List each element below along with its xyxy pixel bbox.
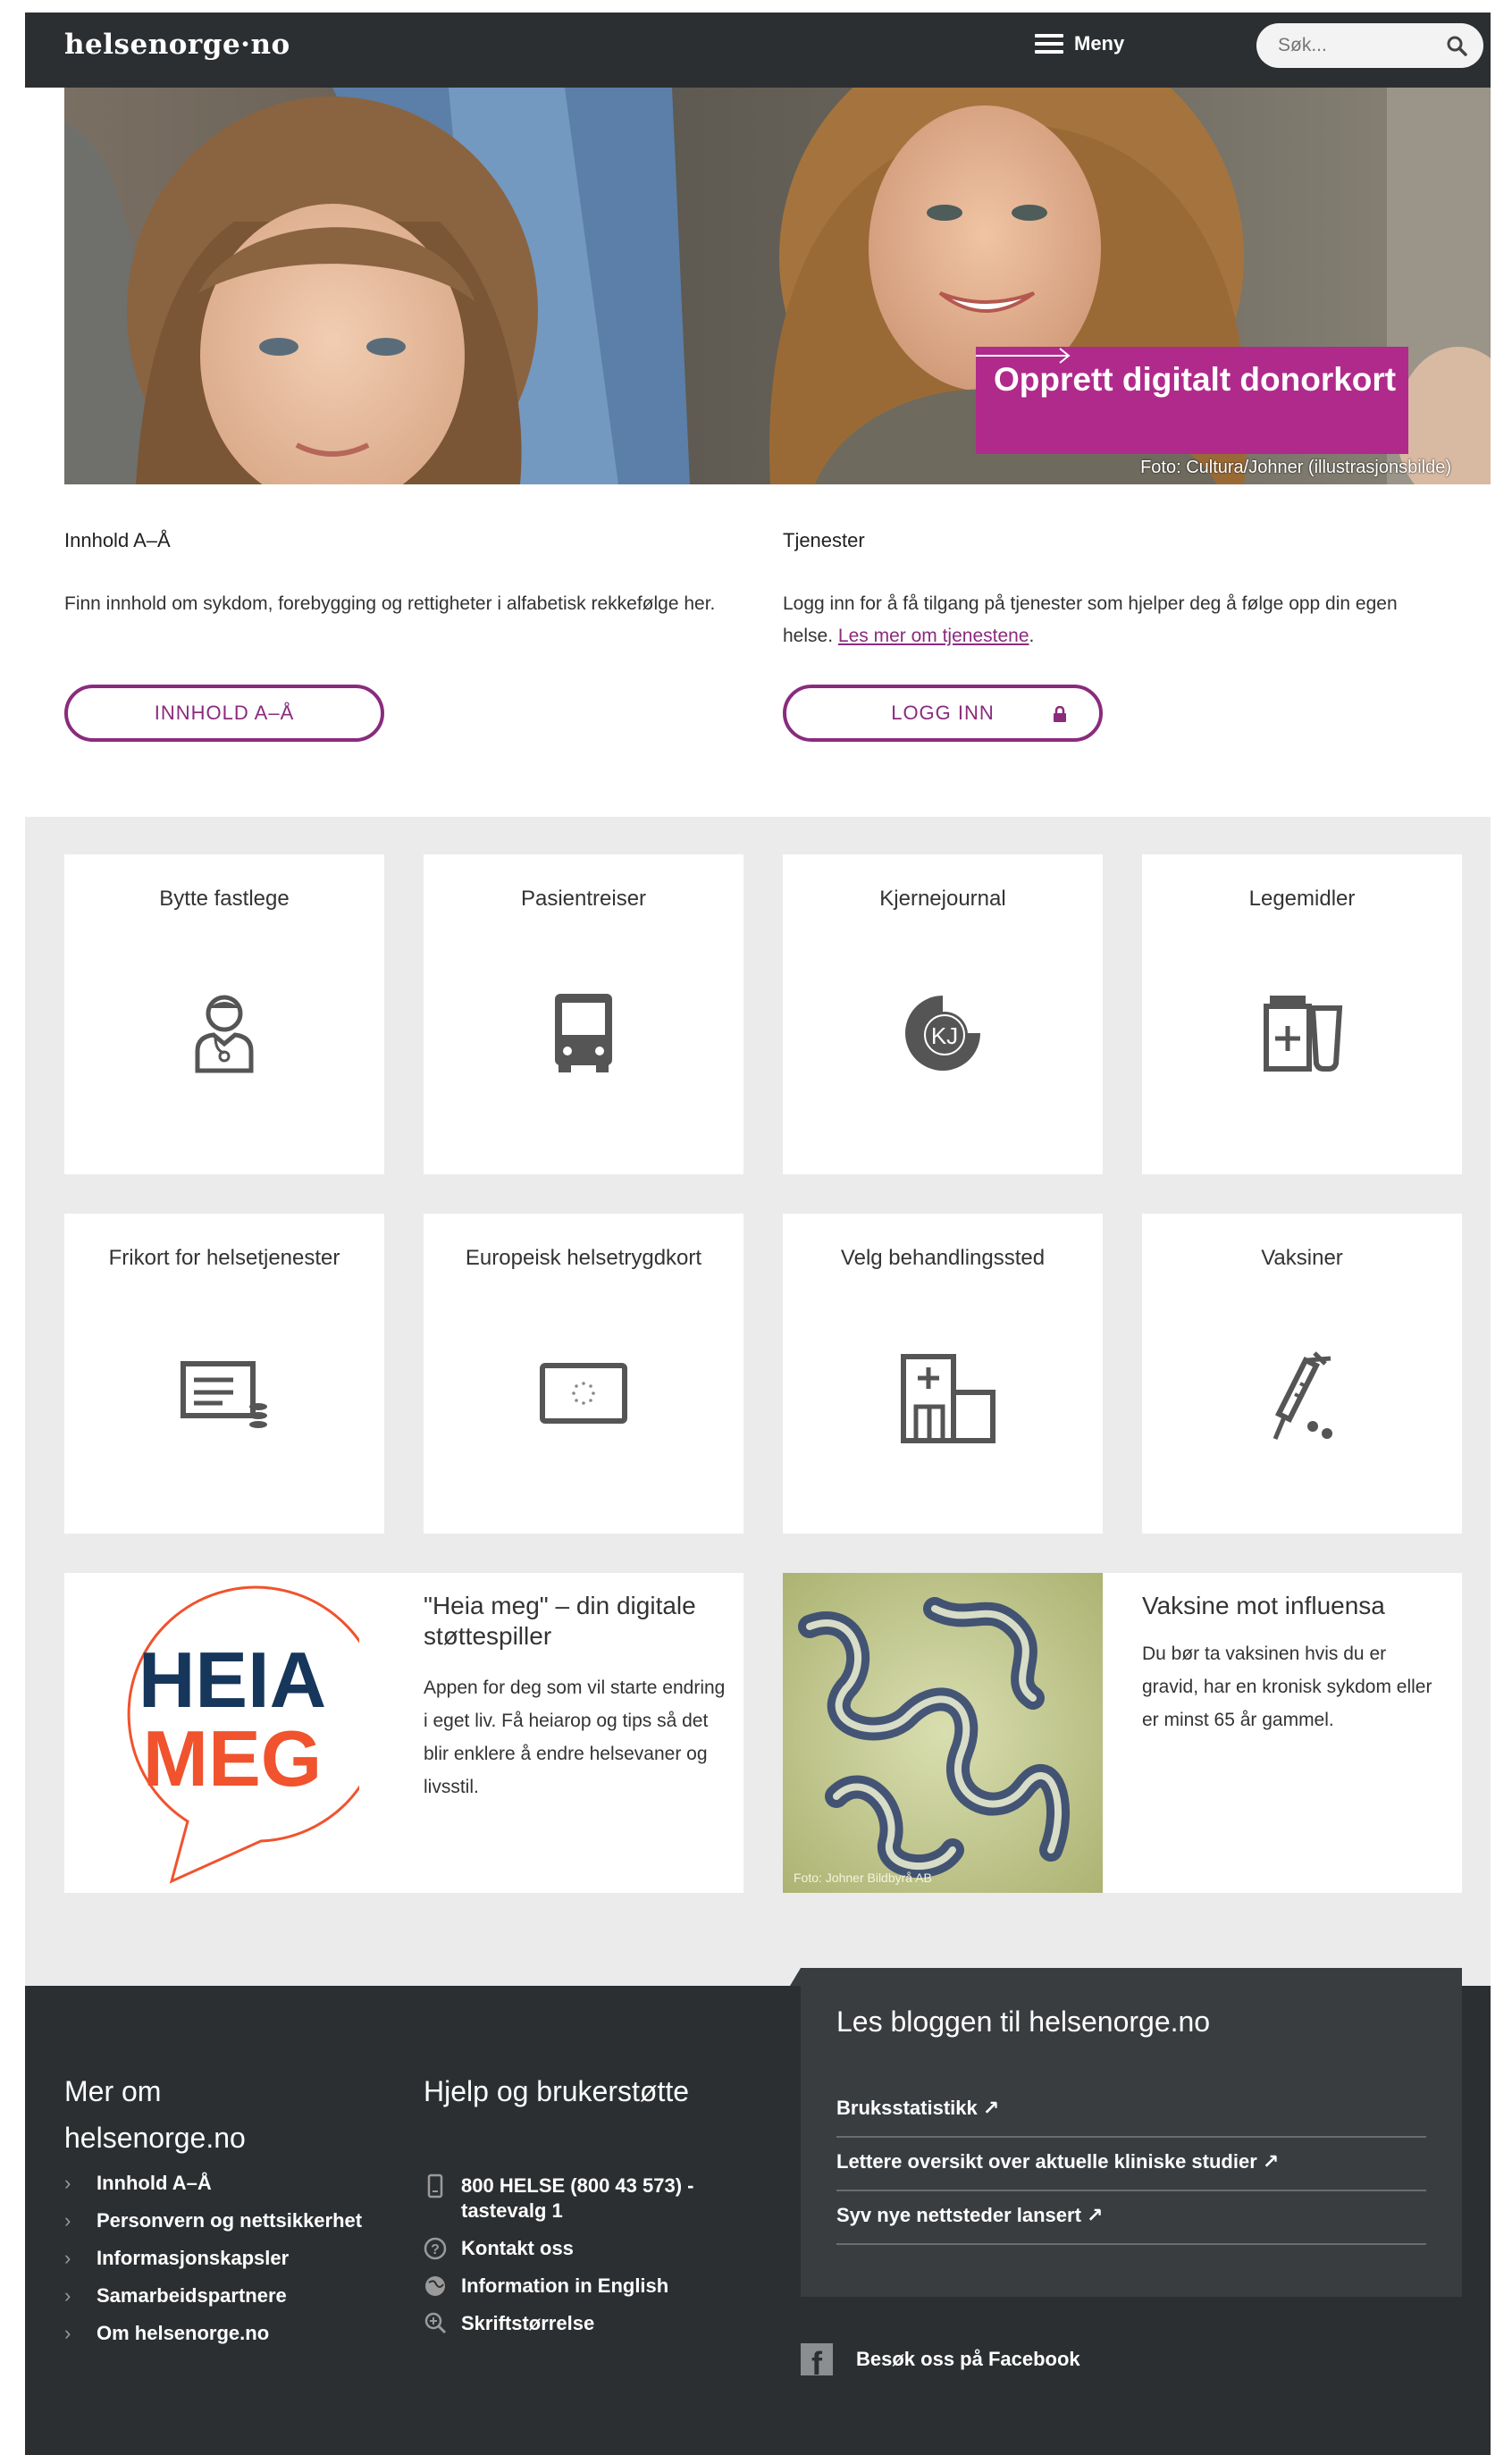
facebook-icon: f	[801, 2343, 833, 2382]
photo-credit: Foto: Cultura/Johner (illustrasjonsbilde…	[1140, 458, 1451, 477]
content-az-text: Finn innhold om sykdom, forebygging og r…	[64, 593, 716, 614]
content-az-section: Innhold A–Å Finn innhold om sykdom, fore…	[64, 529, 726, 620]
blog-link-kliniske-studier[interactable]: Lettere oversikt over aktuelle kliniske …	[836, 2138, 1426, 2191]
chevron-right-icon: ›	[64, 2209, 71, 2232]
search-input[interactable]	[1278, 30, 1439, 61]
arrow-right-icon	[976, 348, 1071, 364]
footer-help-phone[interactable]: 800 HELSE (800 43 573) - tastevalg 1	[424, 2173, 745, 2224]
flu-promo-title: Vaksine mot influensa	[1142, 1592, 1385, 1619]
footer-about-heading: Mer om helsenorge.no	[64, 2075, 246, 2154]
tile-label: Vaksiner	[1261, 1246, 1343, 1270]
content-az-button[interactable]: INNHOLD A–Å	[64, 685, 384, 742]
card-coins-icon	[181, 1361, 267, 1428]
search-box	[1256, 23, 1483, 68]
facebook-label: Besøk oss på Facebook	[856, 2348, 1080, 2370]
blog-link-bruksstatistikk[interactable]: Bruksstatistikk ↗	[836, 2084, 1426, 2138]
blog-link-nye-nettsteder[interactable]: Syv nye nettsteder lansert ↗	[836, 2191, 1426, 2245]
footer-link-samarbeidspartnere[interactable]: › Samarbeidspartnere	[64, 2284, 362, 2322]
blog-links: Bruksstatistikk ↗ Lettere oversikt over …	[836, 2084, 1426, 2245]
tile-label: Legemidler	[1248, 887, 1356, 911]
footer-help-heading: Hjelp og brukerstøtte	[424, 2075, 690, 2107]
services-grid: Bytte fastlege Pasientreiser Kjernejourn…	[25, 817, 1491, 1986]
facebook-link[interactable]: f Besøk oss på Facebook	[801, 2343, 1080, 2382]
question-icon: ?	[424, 2237, 447, 2260]
heia-meg-logo: HEIA MEG	[127, 1585, 359, 1884]
syringe-icon	[1273, 1351, 1332, 1440]
footer-help-fontsize[interactable]: Skriftstørrelse	[424, 2311, 745, 2336]
tile-vaksiner[interactable]: Vaksiner	[1142, 1214, 1462, 1534]
kj-logo-icon: KJ	[905, 996, 980, 1071]
footer-help-links: 800 HELSE (800 43 573) - tastevalg 1 ? K…	[424, 2173, 745, 2349]
chevron-right-icon: ›	[64, 2284, 71, 2307]
chevron-right-icon: ›	[64, 2172, 71, 2194]
footer-link-personvern[interactable]: › Personvern og nettsikkerhet	[64, 2209, 362, 2247]
services-heading: Tjenester	[783, 529, 865, 551]
heia-logo-line1: HEIA	[139, 1635, 326, 1724]
chevron-right-icon: ›	[64, 2322, 71, 2344]
tile-velg-behandlingssted[interactable]: Velg behandlingssted	[783, 1214, 1103, 1534]
tile-label: Kjernejournal	[879, 887, 1006, 911]
services-text-block: Logg inn for å få tilgang på tjenester s…	[783, 588, 1444, 652]
flu-promo-text: Du bør ta vaksinen hvis du er gravid, ha…	[1142, 1644, 1432, 1730]
menu-label: Meny	[1074, 32, 1125, 55]
medicine-icon	[1264, 996, 1343, 1072]
blog-heading: Les bloggen til helsenorge.no	[836, 2005, 1211, 2038]
chevron-right-icon: ›	[64, 2247, 71, 2269]
lock-icon	[1054, 706, 1066, 722]
zoom-icon	[424, 2312, 447, 2334]
heia-promo-title: "Heia meg" – din digitale støttespiller	[424, 1592, 696, 1650]
services-read-more-link[interactable]: Les mer om tjenestene	[838, 626, 1029, 646]
footer-link-om[interactable]: › Om helsenorge.no	[64, 2322, 362, 2359]
footer-link-informasjonskapsler[interactable]: › Informasjonskapsler	[64, 2247, 362, 2284]
banner-title: Opprett digitalt donorkort	[994, 361, 1397, 398]
donor-card-banner[interactable]: Opprett digitalt donorkort	[976, 347, 1408, 454]
menu-button[interactable]: Meny	[1035, 32, 1124, 55]
content-az-heading: Innhold A–Å	[64, 529, 171, 551]
svg-text:?: ?	[431, 2242, 440, 2257]
footer-help-english[interactable]: Information in English	[424, 2274, 745, 2299]
hero-banner[interactable]: Opprett digitalt donorkort Foto: Cultura…	[64, 88, 1491, 484]
tile-legemidler[interactable]: Legemidler	[1142, 854, 1462, 1174]
heia-promo-text: Appen for deg som vil starte endring i e…	[424, 1677, 726, 1797]
site-header: helsenorge·no Meny	[25, 13, 1491, 88]
footer-link-innhold[interactable]: › Innhold A–Å	[64, 2172, 362, 2209]
services-section: Tjenester Logg inn for å få tilgang på t…	[783, 529, 1444, 652]
tile-kjernejournal[interactable]: Kjernejournal KJ	[783, 854, 1103, 1174]
site-logo[interactable]: helsenorge·no	[64, 29, 290, 61]
services-text-end: .	[1029, 626, 1035, 646]
globe-icon	[425, 2276, 445, 2296]
tile-label: Europeisk helsetrygdkort	[465, 1246, 702, 1270]
tile-bytte-fastlege[interactable]: Bytte fastlege	[64, 854, 384, 1174]
doctor-icon	[195, 995, 254, 1073]
virus-photo-credit: Foto: Johner Bildbyrå AB	[794, 1871, 932, 1885]
search-icon[interactable]	[1446, 35, 1467, 56]
promo-heia-meg[interactable]: HEIA MEG "Heia meg" – din digitale støtt…	[64, 1573, 743, 1893]
tile-label: Frikort for helsetjenester	[108, 1246, 340, 1270]
tile-pasientreiser[interactable]: Pasientreiser	[424, 854, 743, 1174]
footer-about-links: › Innhold A–Å › Personvern og nettsikkerhe…	[64, 2172, 362, 2359]
tile-label: Pasientreiser	[520, 887, 647, 911]
footer-help-contact[interactable]: ? Kontakt oss	[424, 2236, 745, 2261]
login-button-label: LOGG INN	[891, 702, 995, 724]
tile-frikort[interactable]: Frikort for helsetjenester	[64, 1214, 384, 1534]
login-button[interactable]: LOGG INN	[783, 685, 1103, 742]
svg-text:KJ: KJ	[931, 1022, 958, 1049]
tile-label: Velg behandlingssted	[840, 1246, 1046, 1270]
blog-box: Les bloggen til helsenorge.no Bruksstati…	[801, 1968, 1462, 2297]
heia-logo-line2: MEG	[143, 1714, 322, 1803]
phone-icon	[427, 2173, 443, 2199]
bus-icon	[555, 994, 612, 1072]
virus-photo: Foto: Johner Bildbyrå AB	[783, 1573, 1103, 1893]
content-az-button-label: INNHOLD A–Å	[154, 702, 295, 724]
promo-influenza[interactable]: Foto: Johner Bildbyrå AB Vaksine mot inf…	[783, 1573, 1462, 1893]
hamburger-icon	[1035, 34, 1063, 54]
tile-label: Bytte fastlege	[159, 887, 290, 911]
hospital-icon	[901, 1354, 995, 1443]
eu-card-icon	[540, 1363, 627, 1424]
site-footer: Mer om helsenorge.no › Innhold A–Å › Perso…	[25, 1968, 1491, 2455]
tile-europeisk-helsetrygdkort[interactable]: Europeisk helsetrygdkort	[424, 1214, 743, 1534]
